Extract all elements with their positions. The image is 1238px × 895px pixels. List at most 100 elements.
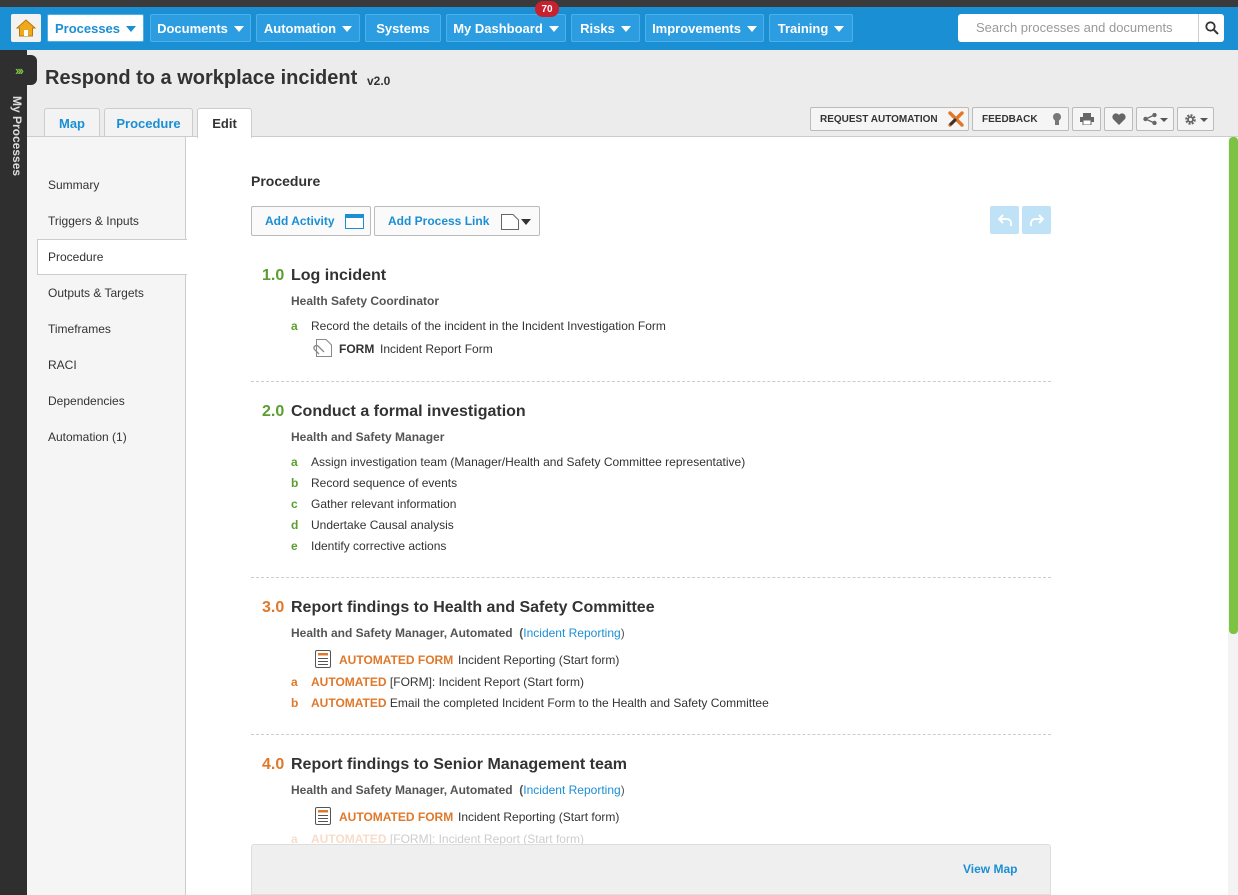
search-icon [1204, 21, 1219, 35]
sub-step-text[interactable]: Assign investigation team (Manager/Healt… [311, 455, 745, 469]
step-role: Health and Safety Manager, Automated (In… [291, 783, 625, 797]
step-divider [251, 381, 1051, 382]
nav-training-label: Training [777, 20, 829, 36]
share-button[interactable] [1136, 107, 1174, 131]
my-processes-label[interactable]: My Processes [2, 96, 24, 196]
step-number: 1.0 [262, 267, 285, 284]
nav-risks-label: Risks [580, 20, 615, 36]
view-map-link[interactable]: View Map [963, 862, 1017, 876]
sub-step-text[interactable]: Identify corrective actions [311, 539, 446, 553]
sub-step-letter: c [291, 497, 298, 511]
print-button[interactable] [1072, 107, 1101, 131]
nav-training[interactable]: Training [769, 14, 853, 42]
nav-systems[interactable]: Systems [365, 14, 441, 42]
request-automation-button[interactable]: REQUEST AUTOMATION [810, 107, 969, 131]
expand-sidebar-button[interactable]: ››› [0, 55, 37, 85]
sub-step-letter: d [291, 518, 299, 532]
tab-procedure[interactable]: Procedure [104, 108, 193, 137]
search-input[interactable]: Search processes and documents [958, 14, 1198, 42]
sub-step-letter: b [291, 696, 299, 710]
automated-tag: AUTOMATED [311, 696, 387, 710]
nav-improvements[interactable]: Improvements [645, 14, 764, 42]
page-version: v2.0 [367, 74, 391, 88]
step-divider [251, 734, 1051, 735]
chevron-down-icon [620, 26, 631, 32]
redo-button[interactable] [1022, 206, 1051, 234]
map-preview-panel [251, 844, 1051, 895]
notification-badge: 70 [535, 1, 559, 17]
activity-box-icon [345, 214, 364, 229]
sub-step-text[interactable]: Record sequence of events [311, 476, 457, 490]
automation-x-icon [948, 111, 964, 127]
sub-step-text[interactable]: AUTOMATED Email the completed Incident F… [311, 696, 769, 710]
left-nav-procedure[interactable]: Procedure [48, 250, 103, 264]
step-title[interactable]: Report findings to Health and Safety Com… [291, 599, 655, 617]
nav-automation[interactable]: Automation [256, 14, 360, 42]
double-chevron-right-icon: ››› [15, 62, 24, 78]
sub-step-text[interactable]: Record the details of the incident in th… [311, 319, 666, 333]
sub-step-text[interactable]: Undertake Causal analysis [311, 518, 454, 532]
nav-my-dashboard[interactable]: My Dashboard [446, 14, 566, 42]
nav-risks[interactable]: Risks [571, 14, 640, 42]
resource-name[interactable]: Incident Report Form [380, 342, 493, 356]
top-navbar: Processes Documents Automation Systems M… [0, 1, 1238, 50]
add-process-link-button[interactable]: Add Process Link [374, 206, 540, 236]
tab-edit[interactable]: Edit [197, 108, 252, 138]
step-title[interactable]: Report findings to Senior Management tea… [291, 756, 627, 774]
step-role-text: Health and Safety Manager, Automated [291, 783, 513, 797]
resource-name[interactable]: Incident Reporting (Start form) [458, 653, 619, 667]
home-button[interactable] [11, 14, 41, 42]
resource-type: AUTOMATED FORM [339, 810, 454, 824]
nav-improvements-label: Improvements [652, 20, 741, 36]
sub-step-text[interactable]: Gather relevant information [311, 497, 456, 511]
step-title[interactable]: Conduct a formal investigation [291, 403, 526, 421]
incident-reporting-link[interactable]: Incident Reporting [523, 626, 620, 640]
nav-automation-label: Automation [263, 20, 337, 36]
left-nav-automation[interactable]: Automation (1) [48, 430, 127, 444]
nav-processes[interactable]: Processes [47, 14, 144, 42]
sub-step-letter: a [291, 455, 298, 469]
document-link-icon [501, 214, 519, 230]
scrollbar-thumb[interactable] [1229, 137, 1238, 634]
left-nav-triggers-inputs[interactable]: Triggers & Inputs [48, 214, 139, 228]
home-icon [16, 19, 36, 37]
chevron-down-icon [521, 219, 531, 225]
step-role: Health and Safety Manager, Automated (In… [291, 626, 625, 640]
search-button[interactable] [1198, 14, 1224, 42]
favorite-button[interactable] [1104, 107, 1133, 131]
tab-map[interactable]: Map [44, 108, 100, 137]
step-number: 3.0 [262, 599, 285, 616]
top-strip [0, 0, 1238, 7]
chevron-down-icon [126, 26, 137, 32]
sub-step-description: Email the completed Incident Form to the… [389, 696, 769, 710]
settings-button[interactable] [1177, 107, 1214, 131]
page-title: Respond to a workplace incident [45, 67, 358, 89]
left-nav-summary[interactable]: Summary [48, 178, 99, 192]
chevron-down-icon [746, 26, 757, 32]
sub-step-description: [FORM]: Incident Report (Start form) [389, 675, 584, 689]
add-activity-button[interactable]: Add Activity [251, 206, 371, 236]
resource-name[interactable]: Incident Reporting (Start form) [458, 810, 619, 824]
undo-button[interactable] [990, 206, 1019, 234]
add-process-link-label: Add Process Link [388, 214, 490, 228]
left-nav-raci[interactable]: RACI [48, 358, 77, 372]
chevron-down-icon [1159, 118, 1168, 122]
form-paperclip-icon [313, 339, 332, 357]
sub-step-letter: e [291, 539, 298, 553]
left-nav-dependencies[interactable]: Dependencies [48, 394, 125, 408]
share-icon [1142, 113, 1157, 125]
sub-step-text[interactable]: AUTOMATED [FORM]: Incident Report (Start… [311, 675, 584, 689]
nav-documents[interactable]: Documents [150, 14, 251, 42]
nav-systems-label: Systems [376, 20, 430, 36]
step-number: 2.0 [262, 403, 285, 420]
sub-step-letter: b [291, 476, 299, 490]
left-nav-outputs-targets[interactable]: Outputs & Targets [48, 286, 144, 300]
feedback-button[interactable]: FEEDBACK [972, 107, 1069, 131]
step-title[interactable]: Log incident [291, 267, 386, 285]
chevron-down-icon [834, 26, 845, 32]
add-activity-label: Add Activity [265, 214, 335, 228]
print-icon [1079, 113, 1094, 125]
resource-type: FORM [339, 342, 375, 356]
left-nav-timeframes[interactable]: Timeframes [48, 322, 111, 336]
incident-reporting-link[interactable]: Incident Reporting [523, 783, 620, 797]
